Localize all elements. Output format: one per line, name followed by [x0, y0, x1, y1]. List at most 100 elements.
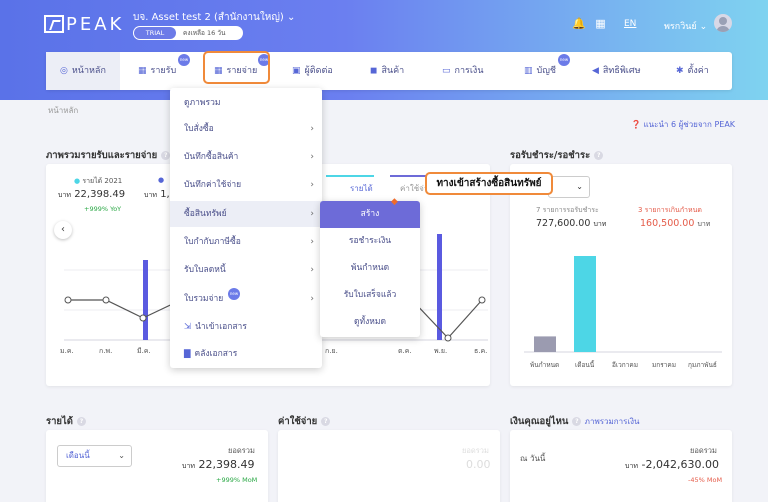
- megaphone-icon: ◀: [592, 66, 599, 76]
- submenu-create[interactable]: สร้าง: [320, 201, 420, 228]
- nav-finance[interactable]: ▭ การเงิน: [442, 52, 483, 90]
- yoy-change: +999% YoY: [84, 205, 122, 213]
- expense-total-label: ยอดรวม: [462, 446, 489, 455]
- menu-item-label: คลังเอกสาร: [194, 349, 238, 359]
- submenu-view-all[interactable]: ดูทั้งหมด: [320, 309, 420, 336]
- bell-icon[interactable]: 🔔: [572, 17, 586, 30]
- nav-home[interactable]: ◎ หน้าหลัก: [46, 52, 120, 90]
- menu-item-combined-payment[interactable]: ใบรวมจ่าย new ›: [170, 286, 322, 312]
- income-total-label: ยอดรวม: [228, 446, 255, 455]
- submenu-receipt-received[interactable]: รับใบเสร็จแล้ว: [320, 282, 420, 309]
- money-icon: ▭: [442, 66, 451, 76]
- info-icon[interactable]: ?: [594, 151, 604, 160]
- info-icon[interactable]: ?: [76, 417, 86, 426]
- nav-contacts-label: ผู้ติดต่อ: [304, 66, 333, 76]
- menu-item-import-docs[interactable]: ⇲ นำเข้าเอกสาร: [170, 314, 322, 340]
- new-badge: new: [558, 54, 570, 66]
- tab-income[interactable]: รายได้: [350, 182, 373, 195]
- apps-grid-icon[interactable]: ▦: [595, 17, 605, 30]
- pending-amount: 727,600.00 บาท: [536, 218, 606, 230]
- income-period-value: เดือนนี้: [66, 451, 90, 460]
- currency-label: บาท: [593, 220, 607, 228]
- legend-expense-dot-icon: ●: [158, 176, 165, 184]
- nav-settings[interactable]: ✱ ตั้งค่า: [676, 52, 709, 90]
- trend-point: [444, 334, 452, 342]
- menu-item-record-expense[interactable]: บันทึกค่าใช้จ่าย ›: [170, 172, 322, 198]
- peak-logo[interactable]: PEAK: [44, 14, 124, 35]
- expense-card-title: ค่าใช้จ่าย?: [278, 414, 331, 429]
- menu-item-buy-assets[interactable]: ซื้อสินทรัพย์ ›: [170, 201, 322, 227]
- income-period-select[interactable]: เดือนนี้ ⌄: [57, 445, 132, 467]
- tab-income-underline: [326, 175, 374, 177]
- legend-income: ● รายได้ 2021: [74, 176, 122, 187]
- income-icon: ▦: [138, 66, 147, 76]
- info-icon[interactable]: ?: [321, 417, 331, 426]
- nav-accounts-label: บัญชี: [536, 66, 557, 76]
- menu-item-overview[interactable]: ดูภาพรวม: [170, 90, 322, 116]
- finance-overview-link[interactable]: ภาพรวมการเงิน: [585, 417, 640, 426]
- cash-mom: -45% MoM: [688, 476, 723, 484]
- overview-title: ภาพรวมรายรับและรายจ่าย?: [46, 148, 171, 163]
- menu-item-purchase-goods[interactable]: บันทึกซื้อสินค้า ›: [170, 144, 322, 170]
- period-select[interactable]: ⌄: [548, 176, 590, 198]
- pending-value: 727,600.00: [536, 218, 591, 229]
- info-icon[interactable]: ?: [572, 417, 582, 426]
- nav-income[interactable]: ▦ รายรับ: [138, 52, 176, 90]
- menu-item-purchase-order[interactable]: ใบสั่งซื้อ ›: [170, 116, 322, 142]
- expense-bar-mar: [143, 260, 148, 340]
- expense-bar-nov: [437, 234, 442, 340]
- receivables-title-text: รอรับชำระ/รอชำระ: [510, 150, 591, 161]
- user-name: พรกวินย์: [664, 22, 697, 32]
- nav-accounts[interactable]: ▥ บัญชี: [524, 52, 556, 90]
- menu-item-doc-storage[interactable]: ▇ คลังเอกสาร: [170, 341, 322, 367]
- menu-item-purchase-tax-invoice[interactable]: ใบกำกับภาษีซื้อ ›: [170, 229, 322, 255]
- nav-contacts[interactable]: ▣ ผู้ติดต่อ: [292, 52, 333, 90]
- company-selector[interactable]: บจ. Asset test 2 (สำนักงานใหญ่) ⌄: [133, 10, 295, 25]
- overdue-label: 3 รายการเกินกำหนด: [638, 206, 702, 214]
- nav-products[interactable]: ◼ สินค้า: [370, 52, 404, 90]
- nav-products-label: สินค้า: [381, 66, 405, 76]
- overview-title-text: ภาพรวมรายรับและรายจ่าย: [46, 150, 158, 161]
- buy-assets-submenu: สร้าง รอชำระเงิน พ้นกำหนด รับใบเสร็จแล้ว…: [320, 201, 420, 337]
- nav-home-label: หน้าหลัก: [71, 66, 106, 76]
- menu-item-label: บันทึกซื้อสินค้า: [184, 152, 239, 162]
- nav-privileges[interactable]: ◀ สิทธิพิเศษ: [592, 52, 641, 90]
- income-card-title: รายได้?: [46, 414, 86, 429]
- month-label: ก.พ.: [99, 347, 113, 355]
- chevron-right-icon: ›: [310, 265, 314, 275]
- income-total-value: 22,398.49: [74, 189, 126, 200]
- language-switch[interactable]: EN: [624, 19, 636, 29]
- user-menu[interactable]: พรกวินย์ ⌄: [664, 19, 707, 33]
- receivables-chart: [524, 256, 722, 353]
- trend-point: [139, 314, 147, 322]
- question-icon: ❓: [631, 120, 641, 129]
- chevron-right-icon: ›: [310, 180, 314, 190]
- chevron-right-icon: ›: [310, 152, 314, 162]
- helper-link[interactable]: ❓ แนะนำ 6 ผู้ช่วยจาก PEAK: [631, 118, 735, 131]
- expense-card-title-text: ค่าใช้จ่าย: [278, 416, 318, 427]
- currency-label: บาท: [58, 191, 71, 199]
- box-icon: ◼: [370, 66, 378, 76]
- cash-card-title: เงินคุณอยู่ไหน? ภาพรวมการเงิน: [510, 414, 640, 429]
- overdue-value: 160,500.00: [640, 218, 695, 229]
- callout-annotation: ทางเข้าสร้างซื้อสินทรัพย์: [425, 172, 553, 195]
- menu-item-credit-note[interactable]: รับใบลดหนี้ ›: [170, 257, 322, 283]
- currency-label: บาท: [182, 462, 195, 470]
- logo-text: PEAK: [66, 14, 125, 35]
- submenu-awaiting-payment[interactable]: รอชำระเงิน: [320, 228, 420, 255]
- nav-settings-label: ตั้งค่า: [687, 66, 709, 76]
- info-icon[interactable]: ?: [161, 151, 171, 160]
- expense-dropdown-menu: ดูภาพรวม ใบสั่งซื้อ › บันทึกซื้อสินค้า › บ…: [170, 88, 322, 368]
- company-name: บจ. Asset test 2 (สำนักงานใหญ่): [133, 12, 284, 23]
- trend-point: [64, 296, 72, 304]
- chevron-down-icon: ⌄: [118, 451, 125, 460]
- contacts-icon: ▣: [292, 66, 301, 76]
- main-nav: ◎ หน้าหลัก ▦ รายรับ new ▦ รายจ่าย new ▣ ผู้ต…: [46, 52, 732, 90]
- month-label: ธ.ค.: [474, 347, 488, 355]
- category-label: เดือนนี้: [575, 361, 595, 369]
- currency-label: บาท: [697, 220, 711, 228]
- month-label: มี.ค.: [137, 347, 151, 355]
- submenu-overdue[interactable]: พ้นกำหนด: [320, 255, 420, 282]
- dashboard-icon: ◎: [60, 66, 68, 76]
- avatar[interactable]: [714, 14, 732, 32]
